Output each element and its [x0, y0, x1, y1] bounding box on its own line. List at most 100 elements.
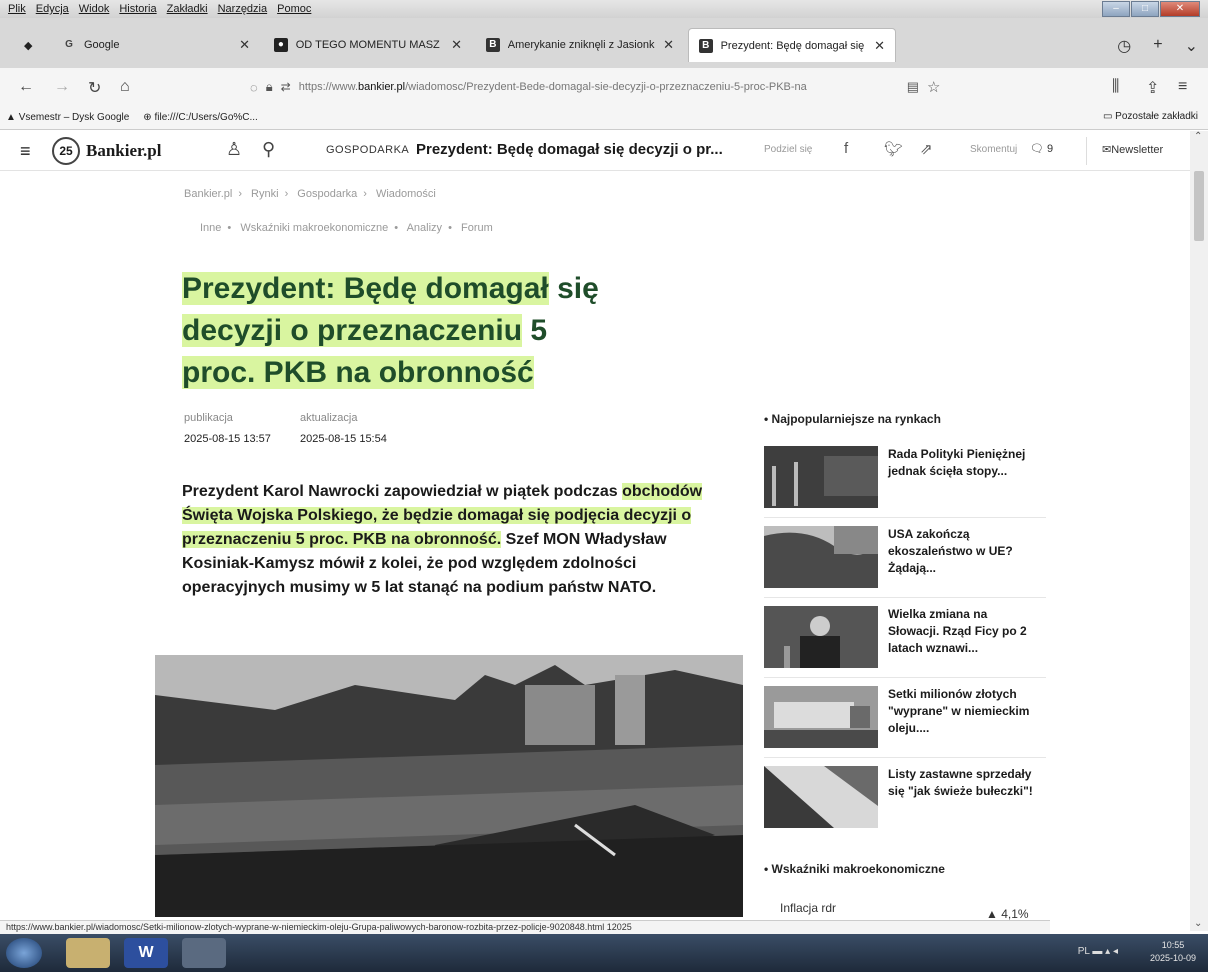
macro-indicator-label[interactable]: Inflacja rdr [780, 901, 836, 915]
popular-item[interactable]: Wielka zmiana na Słowacji. Rząd Ficy po … [764, 606, 1046, 678]
popular-item[interactable]: USA zakończą ekoszaleństwo w UE? Żądają.… [764, 526, 1046, 598]
firefox-taskbar-icon[interactable] [182, 938, 226, 968]
parade-photo-image [155, 655, 743, 917]
header-divider [1086, 137, 1087, 165]
newsletter-link[interactable]: ✉Newsletter [1102, 143, 1163, 156]
popular-item-thumbnail[interactable] [764, 766, 878, 828]
minimize-button[interactable]: – [1102, 1, 1130, 17]
breadcrumb-item[interactable]: Wiadomości [376, 188, 436, 200]
menu-history[interactable]: Historia [119, 3, 156, 15]
header-category[interactable]: GOSPODARKA [326, 144, 409, 156]
comment-count[interactable]: 🗨︎ 9 [1030, 142, 1053, 155]
menu-file[interactable]: Plik [8, 3, 26, 15]
lock-icon[interactable]: 🔒︎ [266, 79, 273, 95]
scrollbar-thumb[interactable] [1194, 171, 1204, 241]
word-icon[interactable]: W [124, 938, 168, 968]
tab-bankier-jasionka[interactable]: B Amerykanie zniknęli z Jasionki. ✕ [476, 28, 684, 62]
close-tab-icon[interactable]: ✕ [874, 38, 885, 54]
scroll-down-icon[interactable]: ⌄ [1194, 918, 1202, 929]
address-bar[interactable]: ◌ 🔒︎ ⇄ https://www.bankier.pl/wiadomosc/… [250, 76, 1010, 98]
rpp-image [764, 446, 878, 508]
bookmark-star-icon[interactable]: ☆ [927, 78, 940, 96]
popular-item-title[interactable]: Rada Polityki Pieniężnej jednak ścięła s… [888, 446, 1038, 480]
history-clock-icon[interactable]: ◷ [1117, 36, 1131, 56]
popular-item-title[interactable]: Listy zastawne sprzedały się "jak świeże… [888, 766, 1038, 800]
comment-bubble-icon: 🗨︎ [1030, 143, 1044, 155]
breadcrumb-item[interactable]: Rynki [251, 188, 279, 200]
menu-help[interactable]: Pomoc [277, 3, 311, 15]
user-icon[interactable]: ♙ [226, 139, 242, 160]
bankier-favicon-icon: B [699, 38, 713, 53]
navigation-toolbar: ← → ↻ ⌂ ◌ 🔒︎ ⇄ https://www.bankier.pl/wi… [0, 68, 1208, 106]
popular-item-thumbnail[interactable] [764, 686, 878, 748]
envelope-icon: ✉ [1102, 144, 1112, 156]
popular-item-title[interactable]: Wielka zmiana na Słowacji. Rząd Ficy po … [888, 606, 1038, 657]
comment-label[interactable]: Skomentuj [970, 144, 1017, 155]
close-window-button[interactable]: ✕ [1160, 1, 1200, 17]
site-logo[interactable]: Bankier.pl [86, 141, 161, 161]
url-text[interactable]: https://www.bankier.pl/wiadomosc/Prezyde… [299, 81, 899, 93]
file-explorer-icon[interactable] [66, 938, 110, 968]
home-icon[interactable]: ⌂ [120, 78, 130, 96]
subnav-item[interactable]: Wskaźniki makroekonomiczne [240, 222, 388, 234]
bookmark-drive[interactable]: ▲ Vsemestr – Dysk Google [6, 112, 129, 123]
popular-item[interactable]: Listy zastawne sprzedały się "jak świeże… [764, 766, 1046, 838]
page-scrollbar[interactable]: ⌃ ⌄ [1190, 131, 1208, 931]
close-tab-icon[interactable]: ✕ [239, 37, 250, 53]
system-tray-icons[interactable]: PL ▬ ▴ ◂ [1078, 946, 1118, 957]
popular-item[interactable]: Setki milionów złotych "wyprane" w niemi… [764, 686, 1046, 758]
page-title: Prezydent: Będę domagał się decyzji o pr… [182, 272, 599, 389]
permissions-icon[interactable]: ⇄ [281, 80, 291, 94]
tab-google[interactable]: G Google ✕ [52, 28, 260, 62]
firefox-view-icon[interactable]: ◆ [14, 28, 38, 62]
subnav-item[interactable]: Analizy [407, 222, 442, 234]
scroll-up-icon[interactable]: ⌃ [1194, 131, 1202, 142]
bookmarks-bar: ▲ Vsemestr – Dysk Google ⊕ file:///C:/Us… [0, 106, 1208, 130]
maximize-button[interactable]: □ [1131, 1, 1159, 17]
start-button-icon[interactable] [6, 938, 42, 968]
app-menu-icon[interactable]: ≡ [1178, 78, 1187, 96]
twitter-icon[interactable]: 🐦︎ [884, 140, 903, 158]
share-arrow-icon[interactable]: ⇗ [920, 140, 933, 158]
subnav-item[interactable]: Inne [200, 222, 221, 234]
tab-bankier-prezydent[interactable]: B Prezydent: Będę domagał się d ✕ [688, 28, 896, 62]
logo-badge[interactable]: 25 [52, 137, 80, 165]
popular-item[interactable]: Rada Polityki Pieniężnej jednak ścięła s… [764, 446, 1046, 518]
breadcrumb-item[interactable]: Gospodarka [297, 188, 357, 200]
menu-view[interactable]: Widok [79, 3, 110, 15]
breadcrumb: Bankier.pl › Rynki › Gospodarka › Wiadomośc… [184, 188, 436, 200]
new-tab-plus-icon[interactable]: + [1153, 36, 1162, 56]
popular-item-thumbnail[interactable] [764, 446, 878, 508]
menu-tools[interactable]: Narzędzia [218, 3, 268, 15]
ecology-image [764, 526, 878, 588]
popular-item-thumbnail[interactable] [764, 606, 878, 668]
bookmark-file[interactable]: ⊕ file:///C:/Users/Go%C... [143, 112, 258, 123]
macro-heading: • Wskaźniki makroekonomiczne [764, 862, 945, 876]
clock[interactable]: 10:55 2025-10-09 [1150, 939, 1196, 965]
facebook-icon[interactable]: f [844, 140, 848, 157]
menu-bar: Plik Edycja Widok Historia Zakładki Narz… [0, 0, 1208, 18]
updated-label: aktualizacja [300, 412, 358, 424]
popular-item-title[interactable]: USA zakończą ekoszaleństwo w UE? Żądają.… [888, 526, 1038, 577]
breadcrumb-item[interactable]: Bankier.pl [184, 188, 232, 200]
back-arrow-icon[interactable]: ← [18, 78, 34, 96]
close-tab-icon[interactable]: ✕ [451, 37, 462, 53]
forward-arrow-icon[interactable]: → [54, 78, 70, 96]
popular-item-thumbnail[interactable] [764, 526, 878, 588]
other-bookmarks[interactable]: ▭ Pozostałe zakładki [1103, 111, 1198, 122]
reader-view-icon[interactable]: ▤ [907, 79, 919, 95]
reload-icon[interactable]: ↻ [88, 78, 101, 98]
menu-bookmarks[interactable]: Zakładki [167, 3, 208, 15]
search-icon[interactable]: ⚲ [262, 139, 275, 160]
menu-edit[interactable]: Edycja [36, 3, 69, 15]
bankier-favicon-icon: B [486, 38, 500, 52]
popular-item-title[interactable]: Setki milionów złotych "wyprane" w niemi… [888, 686, 1038, 737]
list-tabs-chevron-icon[interactable]: ⌄ [1185, 36, 1198, 56]
subnav-item[interactable]: Forum [461, 222, 493, 234]
hamburger-menu-icon[interactable]: ≡ [20, 141, 31, 162]
close-tab-icon[interactable]: ✕ [663, 37, 674, 53]
account-icon[interactable]: ⇪ [1146, 78, 1159, 98]
tracking-shield-icon[interactable]: ◌ [250, 80, 258, 95]
library-icon[interactable]: ⫼ [1112, 78, 1119, 96]
tab-youtube[interactable]: ● OD TEGO MOMENTU MASZ 10 ✕ [264, 28, 472, 62]
